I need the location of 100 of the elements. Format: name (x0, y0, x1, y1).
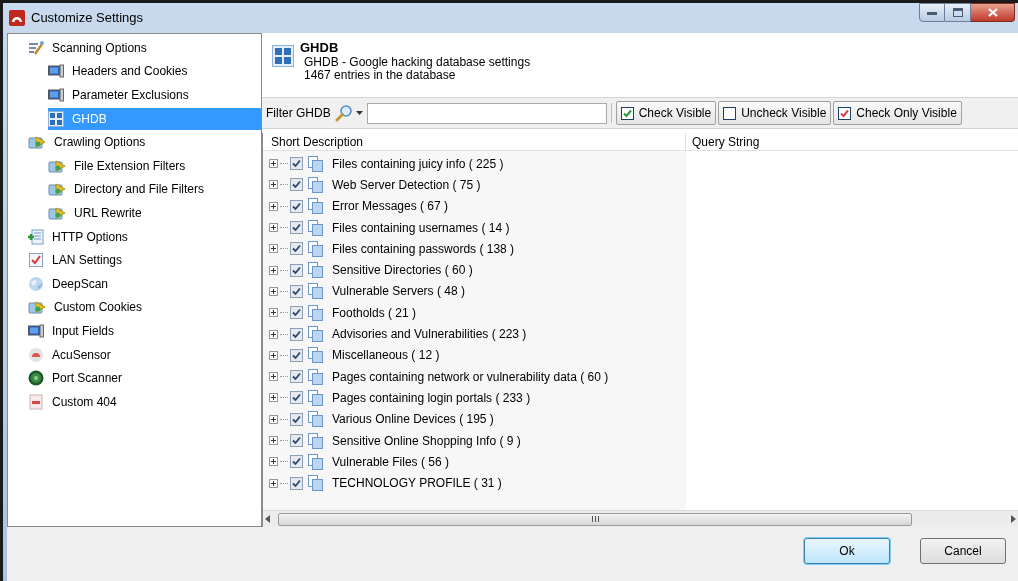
category-label: Various Online Devices ( 195 ) (332, 411, 494, 429)
expand-icon[interactable] (269, 265, 278, 275)
documents-icon (308, 198, 323, 215)
checkbox[interactable] (290, 412, 303, 426)
category-label: Sensitive Online Shopping Info ( 9 ) (332, 432, 521, 450)
horizontal-scrollbar[interactable] (263, 510, 1018, 527)
grip-icon (591, 516, 599, 522)
documents-icon (308, 219, 323, 236)
checkbox[interactable] (290, 455, 303, 469)
toolbar-button[interactable]: Uncheck Visible (718, 101, 832, 125)
dialog-button[interactable]: Ok (804, 538, 890, 564)
globe-icon (28, 275, 44, 292)
expand-icon[interactable] (269, 244, 278, 254)
toolbar-button[interactable]: Check Visible (615, 101, 717, 125)
scrollbar-thumb[interactable] (278, 512, 912, 526)
expand-icon[interactable] (269, 478, 278, 488)
checkbox[interactable] (290, 370, 303, 384)
tree-item[interactable]: Scanning Options (28, 36, 153, 59)
grid-logo-icon (48, 110, 64, 127)
category-label: Vulnerable Servers ( 48 ) (332, 283, 465, 301)
tree-item[interactable]: Parameter Exclusions (48, 84, 195, 106)
category-label: Error Messages ( 67 ) (332, 198, 449, 216)
tree-item[interactable]: File Extension Filters (48, 154, 192, 177)
tree-item[interactable]: Port Scanner (28, 367, 129, 390)
checkbox[interactable] (290, 263, 303, 277)
tree-item[interactable]: Directory and File Filters (48, 178, 211, 201)
checkbox[interactable] (290, 284, 303, 298)
checkbox[interactable] (290, 242, 303, 256)
documents-icon (308, 411, 323, 428)
checkbox[interactable] (290, 306, 303, 320)
tree-item[interactable]: HTTP Options (28, 225, 134, 248)
expand-icon[interactable] (269, 286, 278, 296)
filter-label: Filter GHDB (266, 105, 331, 122)
tree-item[interactable]: Headers and Cookies (48, 60, 194, 83)
expand-icon[interactable] (269, 223, 278, 233)
filter-field[interactable] (366, 102, 607, 124)
category-label: Sensitive Directories ( 60 ) (332, 262, 473, 280)
expand-icon[interactable] (269, 350, 278, 360)
checkbox[interactable] (290, 178, 303, 192)
tree-item[interactable]: Input Fields (28, 319, 121, 342)
documents-icon (308, 176, 323, 193)
checkbox[interactable] (290, 476, 303, 490)
documents-icon (308, 432, 323, 449)
close-icon (987, 8, 998, 17)
checkbox[interactable] (290, 327, 303, 341)
dropdown-arrow-icon (355, 111, 363, 115)
expand-icon[interactable] (269, 372, 278, 382)
category-label: TECHNOLOGY PROFILE ( 31 ) (332, 475, 502, 493)
expand-icon[interactable] (269, 457, 278, 467)
expand-icon[interactable] (269, 159, 278, 169)
tree-item[interactable]: Custom Cookies (28, 296, 149, 319)
expand-icon[interactable] (269, 436, 278, 445)
checkbox[interactable] (290, 348, 303, 362)
expand-icon[interactable] (269, 414, 278, 424)
minimize-icon (927, 10, 937, 15)
monitor-icon (48, 63, 64, 80)
expand-icon[interactable] (269, 201, 278, 211)
scroll-left-icon (265, 515, 270, 523)
window-title: Customize Settings (31, 9, 143, 28)
search-icon (334, 104, 353, 122)
error-page-icon (28, 393, 44, 410)
tree-item[interactable]: LAN Settings (28, 249, 129, 272)
tree-item[interactable]: URL Rewrite (48, 201, 148, 224)
tree-item[interactable]: Custom 404 (28, 390, 123, 413)
category-label: Footholds ( 21 ) (332, 304, 417, 322)
expand-icon[interactable] (269, 393, 278, 403)
checkbox[interactable] (290, 199, 303, 213)
scroll-right-icon (1011, 515, 1016, 523)
category-label: Files containing usernames ( 14 ) (332, 219, 510, 237)
documents-icon (308, 240, 323, 257)
checkbox[interactable] (290, 221, 303, 235)
section-description: GHDB - Google hacking database settings (304, 56, 531, 69)
folder-arrow-icon (48, 204, 66, 221)
checkbox[interactable] (290, 434, 303, 447)
folder-arrow-icon (48, 157, 66, 174)
minimize-button[interactable] (919, 3, 945, 22)
expand-icon[interactable] (269, 308, 278, 318)
entry-count: 1467 entries in the database (304, 69, 457, 82)
documents-icon (308, 368, 323, 385)
tree-item[interactable]: AcuSensor (28, 343, 117, 366)
maximize-button[interactable] (945, 3, 971, 22)
close-button[interactable] (971, 3, 1015, 22)
expand-icon[interactable] (269, 329, 278, 339)
checkbox[interactable] (290, 157, 303, 171)
search-dropdown-button[interactable] (334, 104, 363, 122)
category-label: Files containing juicy info ( 225 ) (332, 155, 504, 173)
toolbar-button[interactable]: Check Only Visible (833, 101, 962, 125)
category-label: Miscellaneous ( 12 ) (332, 347, 440, 365)
tree-item[interactable]: DeepScan (28, 272, 115, 295)
category-label: Pages containing network or vulnerability data ( 60 ) (332, 368, 609, 386)
category-label: Files containing passwords ( 138 ) (332, 240, 515, 258)
category-label: Pages containing login portals ( 233 ) (332, 389, 531, 407)
documents-icon (308, 326, 323, 342)
form-plus-icon (28, 228, 44, 245)
dialog-button[interactable]: Cancel (920, 538, 1006, 564)
checkbox[interactable] (290, 391, 303, 405)
documents-icon (308, 347, 323, 364)
ghdb-logo-icon (272, 45, 294, 67)
tree-item[interactable]: Crawling Options (28, 131, 152, 154)
expand-icon[interactable] (269, 180, 278, 190)
